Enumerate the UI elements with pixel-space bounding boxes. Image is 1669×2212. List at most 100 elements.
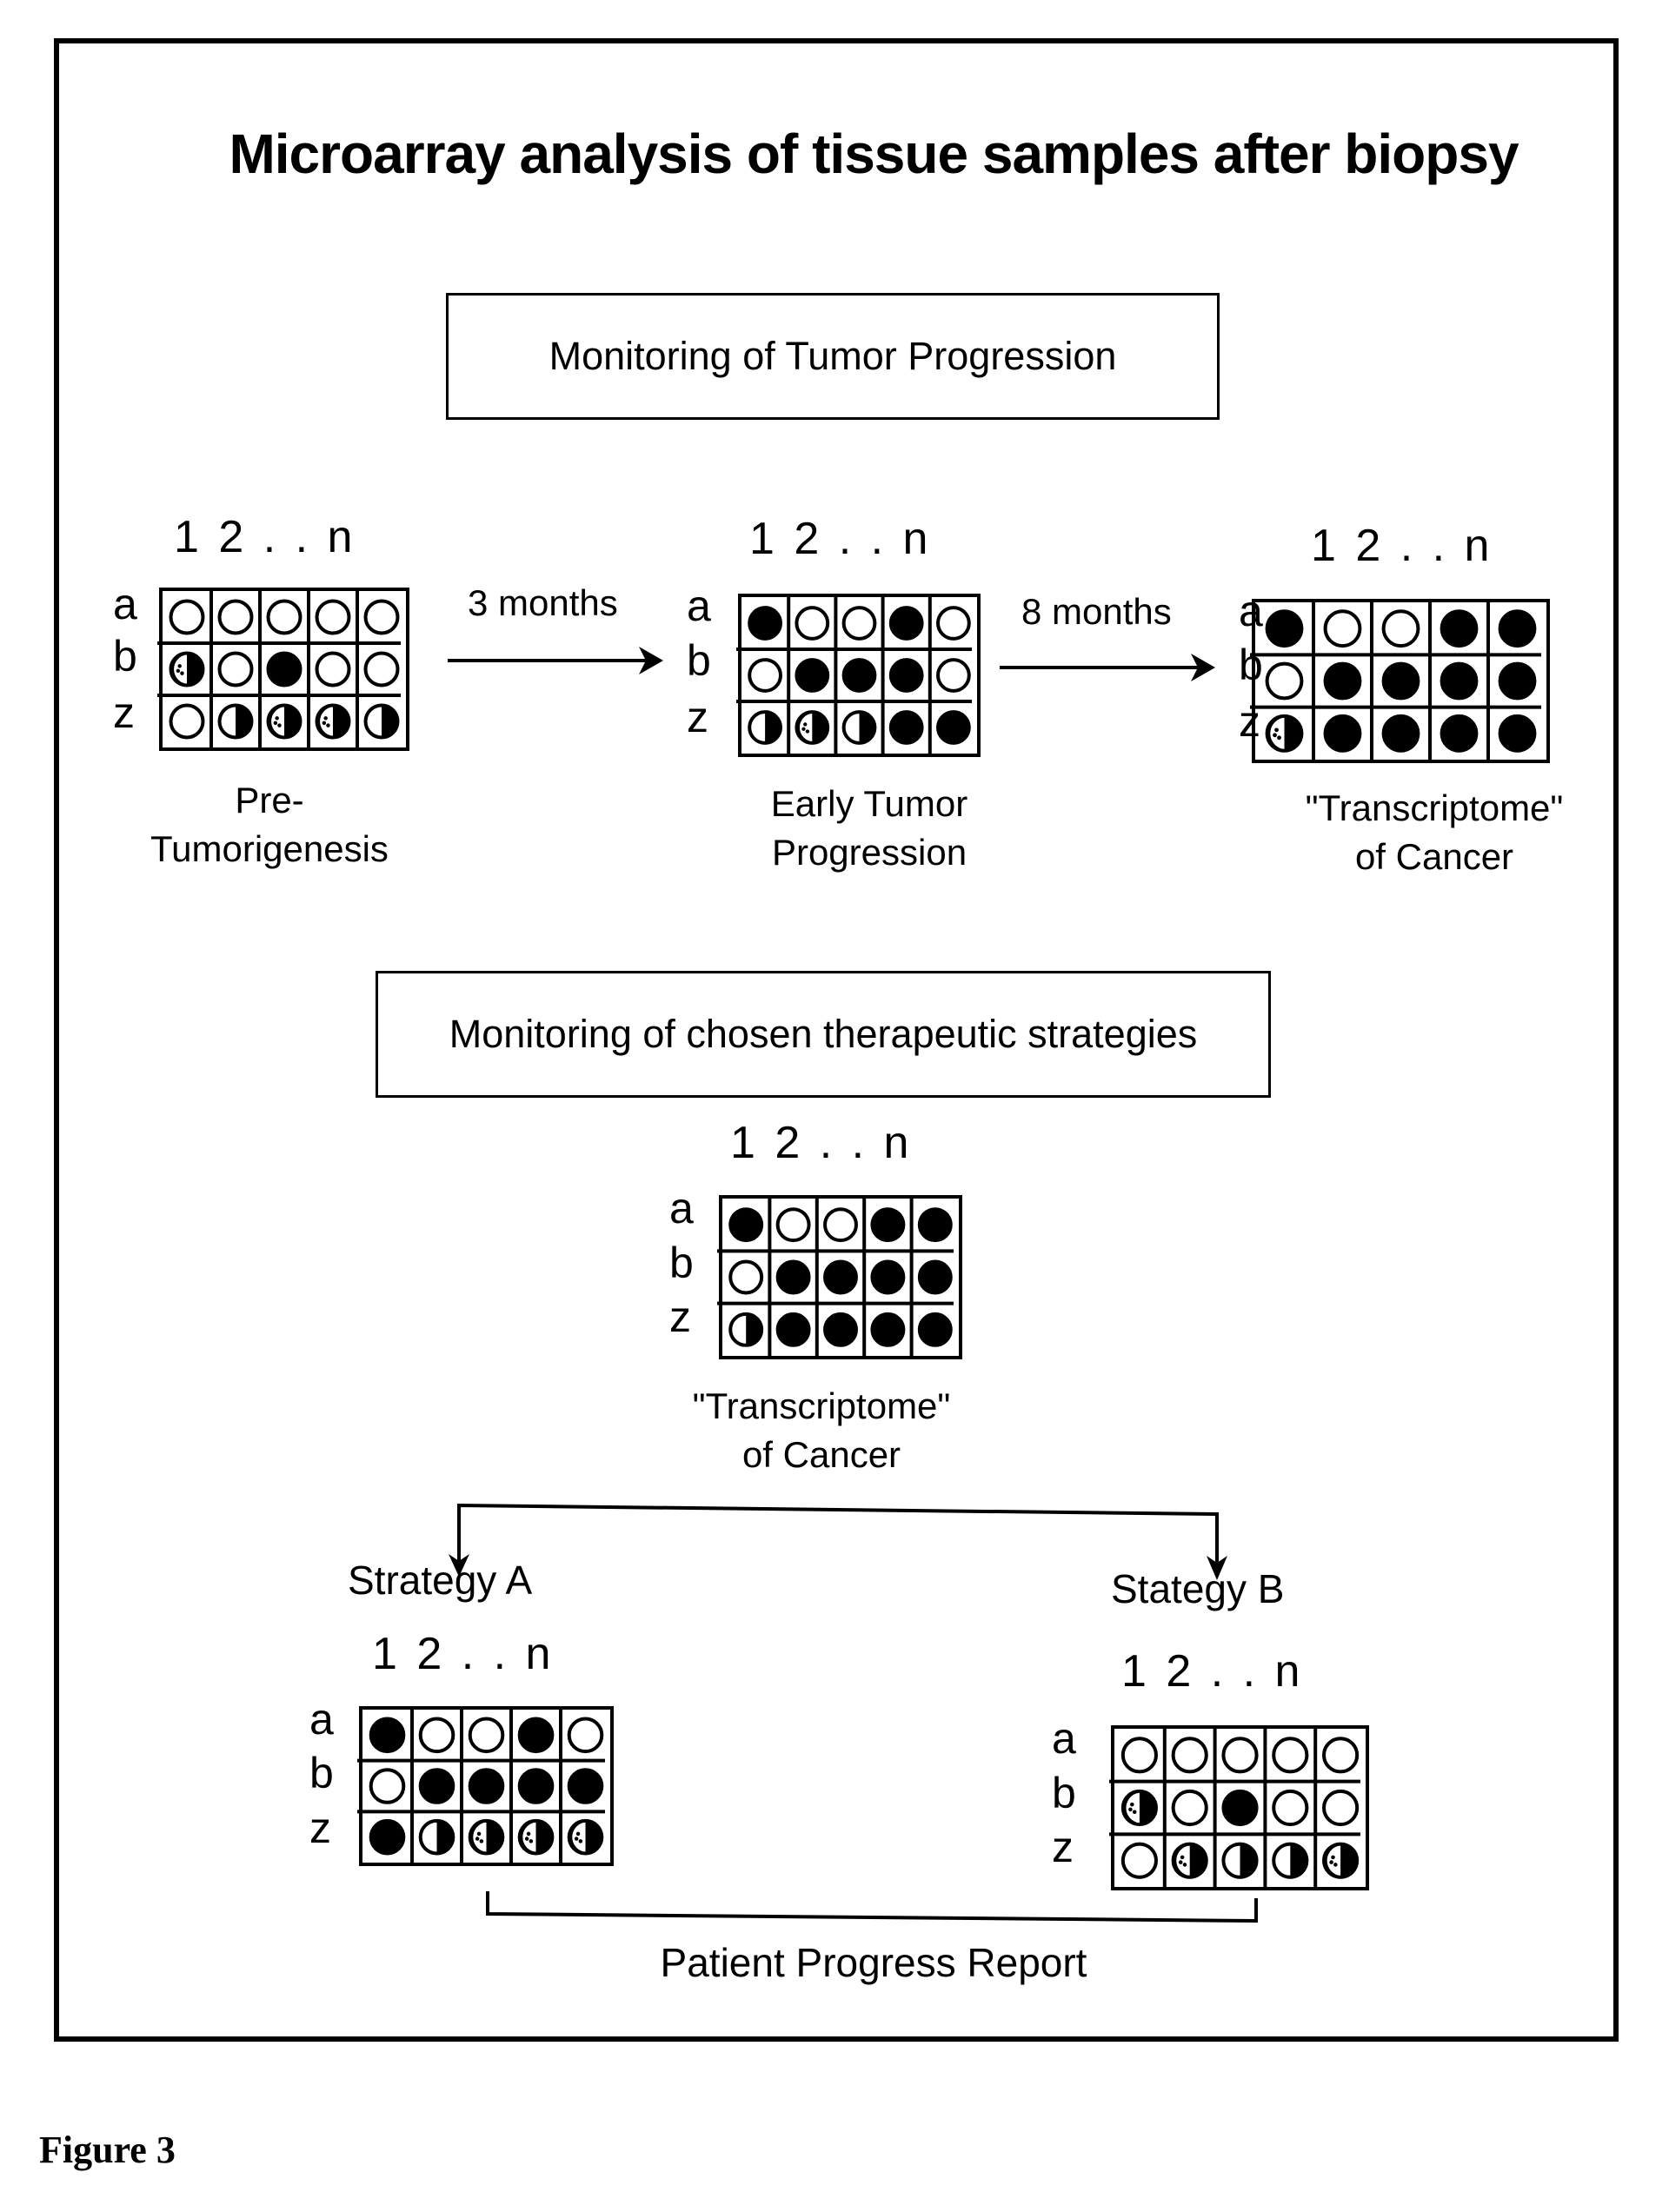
- row-label-b: b: [669, 1239, 694, 1287]
- spot-a-4: [517, 1717, 555, 1754]
- microarray-grid-strategy-b: [1109, 1725, 1369, 1890]
- spot-z-4: [315, 703, 351, 740]
- spot-b-5: [1498, 661, 1537, 701]
- spot-b-2: [775, 1259, 811, 1295]
- row-label-a: a: [669, 1184, 694, 1232]
- spot-a-5: [917, 1207, 953, 1243]
- column-header: 1 2 . . n: [1121, 1646, 1304, 1697]
- spot-z-5: [936, 710, 971, 745]
- spot-z-5: [1498, 714, 1537, 753]
- row-label-b: b: [687, 636, 711, 685]
- caption-line: Pre-: [235, 780, 304, 820]
- spot-a-3: [823, 1207, 858, 1243]
- row-label-z: z: [669, 1292, 691, 1341]
- spot-z-4: [888, 710, 924, 745]
- row-label-a: a: [113, 580, 137, 628]
- strategy-b-label: Stategy B: [1111, 1564, 1372, 1613]
- column-header: 1 2 . . n: [730, 1118, 913, 1168]
- spot-z-5: [363, 703, 400, 740]
- spot-z-2: [418, 1818, 455, 1856]
- spot-b-2: [1323, 661, 1362, 701]
- spot-b-3: [266, 651, 303, 688]
- spot-b-5: [567, 1768, 604, 1804]
- row-label-z: z: [1052, 1823, 1074, 1871]
- section-box-tumor-progression: Monitoring of Tumor Progression: [446, 293, 1220, 420]
- spot-a-1: [169, 599, 205, 635]
- spot-z-3: [823, 1312, 858, 1347]
- caption-line: Stategy B: [1111, 1566, 1285, 1611]
- figure-label: Figure 3: [39, 2129, 176, 2171]
- spot-a-5: [363, 599, 400, 635]
- spot-b-2: [795, 658, 830, 693]
- figure-title: Microarray analysis of tissue samples af…: [229, 123, 1519, 185]
- section-box-therapeutic: Monitoring of chosen therapeutic strateg…: [376, 971, 1271, 1098]
- spot-b-4: [1272, 1789, 1309, 1827]
- spot-z-2: [217, 703, 254, 740]
- spot-z-3: [468, 1818, 505, 1856]
- spot-b-4: [888, 658, 924, 693]
- grid-drawing: [357, 1710, 605, 1863]
- microarray-grid-transcriptome-middle: [717, 1195, 962, 1359]
- caption-line: Progression: [771, 832, 967, 873]
- row-label-z: z: [309, 1803, 331, 1852]
- spot-b-5: [917, 1259, 953, 1295]
- row-label-a: a: [309, 1695, 334, 1744]
- spot-z-3: [266, 703, 303, 740]
- arrow-label-8-months: 8 months: [1021, 591, 1172, 632]
- spot-a-2: [418, 1717, 455, 1754]
- spot-z-2: [795, 710, 830, 745]
- spot-b-5: [1322, 1789, 1360, 1827]
- caption-line: Early Tumor: [770, 783, 968, 824]
- caption-pre-tumorigenesis: Pre- Tumorigenesis: [122, 776, 417, 874]
- grid-drawing: [736, 597, 972, 754]
- patient-progress-report-label: Patient Progress Report: [660, 1940, 1087, 1985]
- grid-drawing: [717, 1199, 954, 1356]
- spot-a-4: [1272, 1737, 1309, 1774]
- spot-b-1: [169, 651, 205, 688]
- spot-z-1: [1265, 714, 1304, 753]
- spot-a-5: [567, 1717, 604, 1754]
- grid-drawing: [1250, 602, 1541, 760]
- spot-b-5: [936, 658, 971, 693]
- spot-z-4: [1440, 714, 1479, 753]
- grid-drawing: [157, 591, 401, 747]
- microarray-grid-strategy-a: [357, 1706, 614, 1866]
- spot-z-3: [1221, 1842, 1259, 1879]
- spot-b-3: [1221, 1789, 1259, 1827]
- row-label-a: a: [1052, 1714, 1076, 1763]
- spot-a-3: [1381, 609, 1420, 648]
- caption-early-tumor-progression: Early Tumor Progression: [721, 780, 1017, 877]
- caption-line: Tumorigenesis: [150, 828, 389, 869]
- spot-a-1: [748, 606, 782, 641]
- spot-z-2: [1323, 714, 1362, 753]
- row-label-a: a: [687, 581, 711, 630]
- spot-a-2: [1171, 1737, 1208, 1774]
- spot-z-1: [169, 703, 205, 740]
- caption-line: Strategy A: [348, 1558, 533, 1603]
- spot-z-1: [748, 710, 782, 745]
- spot-b-3: [1381, 661, 1420, 701]
- spot-b-2: [1171, 1789, 1208, 1827]
- spot-a-1: [728, 1207, 764, 1243]
- caption-line: "Transcriptome": [1305, 787, 1564, 828]
- spot-z-3: [1381, 714, 1420, 753]
- spot-a-2: [795, 606, 830, 641]
- spot-a-2: [1323, 609, 1362, 648]
- caption-line: of Cancer: [1354, 836, 1514, 877]
- grid-drawing: [1109, 1729, 1360, 1887]
- spot-b-3: [823, 1259, 858, 1295]
- spot-b-5: [363, 651, 400, 688]
- spot-z-1: [1120, 1842, 1158, 1879]
- spot-a-4: [888, 606, 924, 641]
- arrow-right-icon: [448, 647, 663, 674]
- caption-line: "Transcriptome": [692, 1385, 951, 1426]
- caption-transcriptome-top: "Transcriptome" of Cancer: [1252, 784, 1617, 881]
- row-label-b: b: [1052, 1769, 1076, 1817]
- spot-z-5: [1322, 1842, 1360, 1879]
- spot-a-2: [217, 599, 254, 635]
- spot-b-2: [418, 1768, 455, 1804]
- spot-a-4: [870, 1207, 906, 1243]
- spot-b-3: [468, 1768, 505, 1804]
- arrow-right-icon: [1000, 654, 1215, 681]
- column-header: 1 2 . . n: [372, 1629, 555, 1679]
